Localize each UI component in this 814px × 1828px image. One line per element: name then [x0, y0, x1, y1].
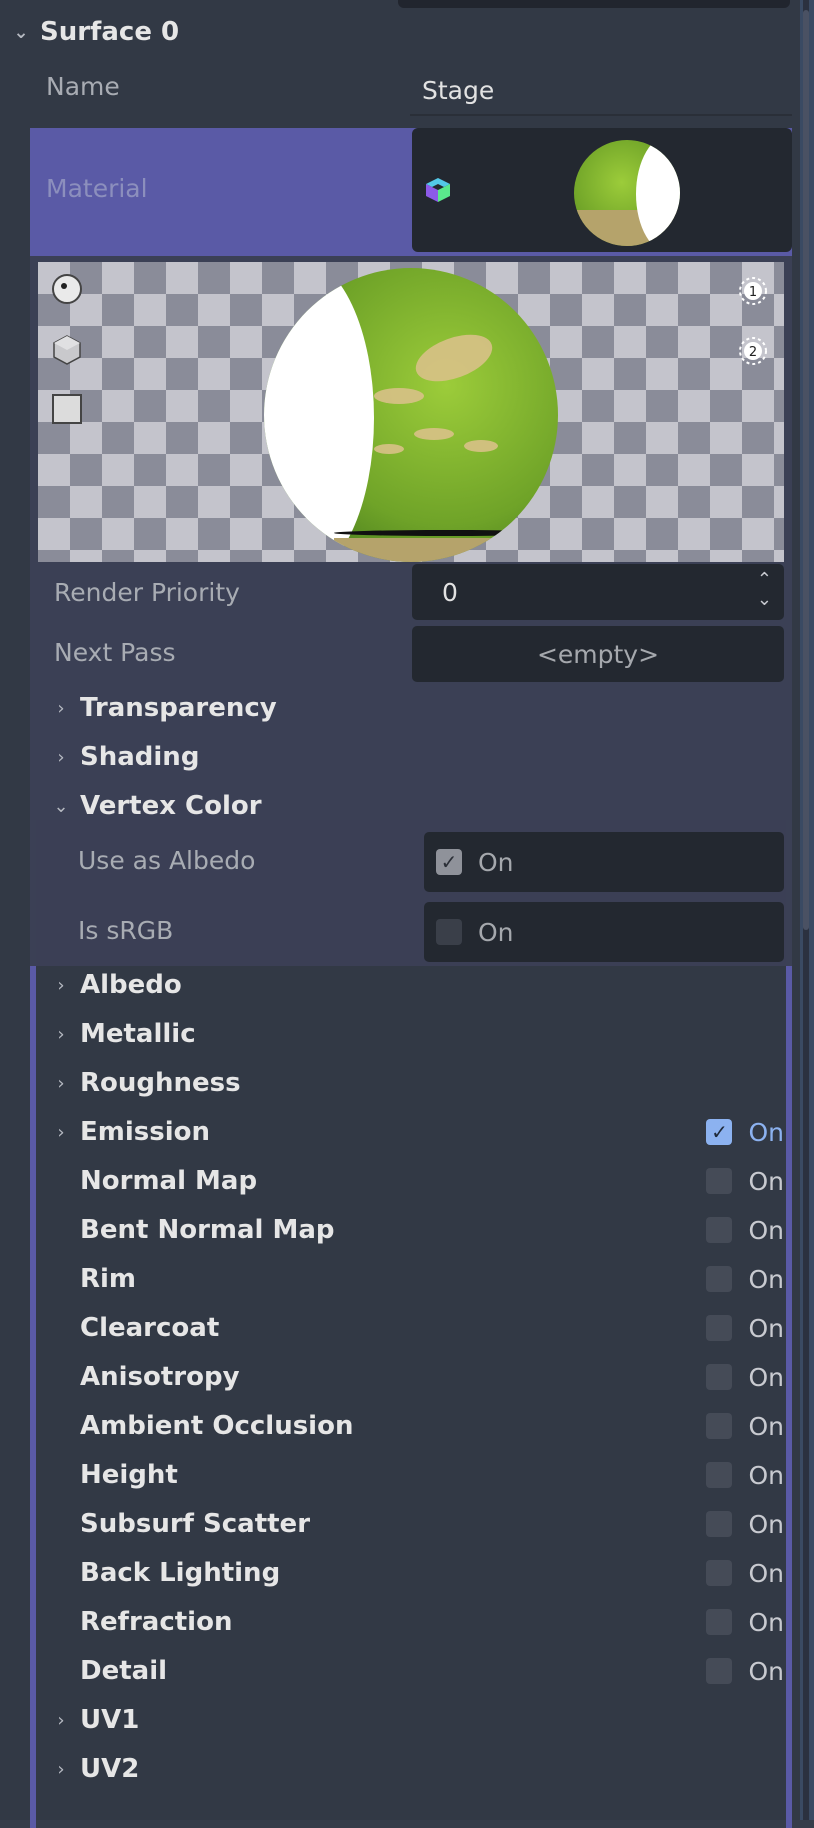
section-albedo[interactable]: › Albedo — [50, 965, 790, 1005]
is-srgb-label: Is sRGB — [78, 915, 174, 945]
bent-normal-map-toggle[interactable]: On — [706, 1216, 790, 1245]
render-priority-value: 0 — [442, 577, 458, 607]
is-srgb-toggle[interactable]: On — [424, 902, 784, 962]
section-anisotropy[interactable]: Anisotropy On — [50, 1357, 790, 1397]
box-preview-icon[interactable] — [52, 334, 82, 366]
chevron-right-icon: › — [57, 1709, 65, 1731]
surface-title: Surface 0 — [40, 17, 180, 47]
section-back-lighting[interactable]: Back Lighting On — [50, 1553, 790, 1593]
light-1-toggle-icon[interactable]: 1 — [738, 276, 768, 306]
quad-preview-icon[interactable] — [52, 394, 82, 424]
chevron-down-icon: ⌄ — [53, 795, 69, 817]
section-metallic[interactable]: › Metallic — [50, 1014, 790, 1054]
sphere-preview-icon[interactable] — [52, 274, 82, 304]
detail-toggle[interactable]: On — [706, 1657, 790, 1686]
section-detail[interactable]: Detail On — [50, 1651, 790, 1691]
checkbox-unchecked-icon — [706, 1609, 733, 1635]
section-clearcoat[interactable]: Clearcoat On — [50, 1308, 790, 1348]
section-refraction[interactable]: Refraction On — [50, 1602, 790, 1642]
rim-toggle[interactable]: On — [706, 1265, 790, 1294]
checkbox-unchecked-icon — [706, 1168, 733, 1194]
refraction-toggle[interactable]: On — [706, 1608, 790, 1637]
material-thumbnail — [574, 140, 680, 246]
scrollbar-thumb[interactable] — [803, 10, 809, 930]
material-resource-picker[interactable] — [412, 128, 792, 252]
chevron-right-icon: › — [57, 1023, 65, 1045]
previous-field — [398, 0, 790, 8]
checkbox-unchecked-icon — [706, 1364, 733, 1390]
checkbox-unchecked-icon — [706, 1266, 733, 1292]
standard-material-icon — [426, 178, 450, 202]
chevron-right-icon: › — [57, 1758, 65, 1780]
checkbox-unchecked-icon — [706, 1413, 733, 1439]
checkbox-unchecked-icon — [706, 1217, 733, 1243]
chevron-right-icon: › — [57, 974, 65, 996]
material-label: Material — [46, 173, 148, 203]
checkbox-checked-icon: ✓ — [436, 849, 462, 875]
render-priority-label: Render Priority — [54, 577, 240, 607]
next-pass-label: Next Pass — [54, 637, 176, 667]
normal-map-toggle[interactable]: On — [706, 1167, 790, 1196]
section-height[interactable]: Height On — [50, 1455, 790, 1495]
surface-header[interactable]: ⌄ Surface 0 — [10, 12, 179, 52]
chevron-right-icon: › — [57, 1072, 65, 1094]
next-pass-value: <empty> — [536, 639, 660, 669]
name-field[interactable]: Stage — [410, 66, 792, 116]
checkbox-unchecked-icon — [706, 1511, 733, 1537]
ambient-occlusion-toggle[interactable]: On — [706, 1412, 790, 1441]
name-label: Name — [46, 71, 120, 101]
checkbox-unchecked-icon — [706, 1560, 733, 1586]
clearcoat-toggle[interactable]: On — [706, 1314, 790, 1343]
light-2-toggle-icon[interactable]: 2 — [738, 336, 768, 366]
checkbox-unchecked-icon — [706, 1658, 733, 1684]
section-normal-map[interactable]: Normal Map On — [50, 1161, 790, 1201]
spin-arrows-icon[interactable]: ⌃ ⌄ — [757, 570, 772, 610]
section-roughness[interactable]: › Roughness — [50, 1063, 790, 1103]
section-subsurf-scatter[interactable]: Subsurf Scatter On — [50, 1504, 790, 1544]
section-uv2[interactable]: › UV2 — [50, 1749, 790, 1789]
checkbox-unchecked-icon — [706, 1315, 733, 1341]
section-ambient-occlusion[interactable]: Ambient Occlusion On — [50, 1406, 790, 1446]
height-toggle[interactable]: On — [706, 1461, 790, 1490]
name-value: Stage — [422, 75, 495, 105]
preview-sphere — [264, 268, 558, 562]
use-as-albedo-toggle[interactable]: ✓ On — [424, 832, 784, 892]
section-uv1[interactable]: › UV1 — [50, 1700, 790, 1740]
emission-toggle[interactable]: ✓ On — [706, 1118, 790, 1147]
anisotropy-toggle[interactable]: On — [706, 1363, 790, 1392]
checkbox-checked-icon: ✓ — [706, 1119, 733, 1145]
light-1-label: 1 — [749, 285, 757, 300]
chevron-down-icon: ⌄ — [13, 21, 29, 43]
chevron-right-icon: › — [57, 746, 65, 768]
section-bent-normal-map[interactable]: Bent Normal Map On — [50, 1210, 790, 1250]
light-2-label: 2 — [749, 345, 757, 360]
section-transparency[interactable]: › Transparency — [50, 688, 790, 728]
chevron-right-icon: › — [57, 697, 65, 719]
section-shading[interactable]: › Shading — [50, 737, 790, 777]
section-emission[interactable]: › Emission ✓ On — [50, 1112, 790, 1152]
checkbox-unchecked-icon — [706, 1462, 733, 1488]
next-pass-picker[interactable]: <empty> — [412, 626, 784, 682]
render-priority-spinbox[interactable]: 0 ⌃ ⌄ — [412, 564, 784, 620]
section-vertex-color[interactable]: ⌄ Vertex Color — [50, 786, 790, 826]
chevron-right-icon: › — [57, 1121, 65, 1143]
use-as-albedo-label: Use as Albedo — [78, 845, 256, 875]
subsurf-scatter-toggle[interactable]: On — [706, 1510, 790, 1539]
checkbox-unchecked-icon — [436, 919, 462, 945]
section-rim[interactable]: Rim On — [50, 1259, 790, 1299]
back-lighting-toggle[interactable]: On — [706, 1559, 790, 1588]
